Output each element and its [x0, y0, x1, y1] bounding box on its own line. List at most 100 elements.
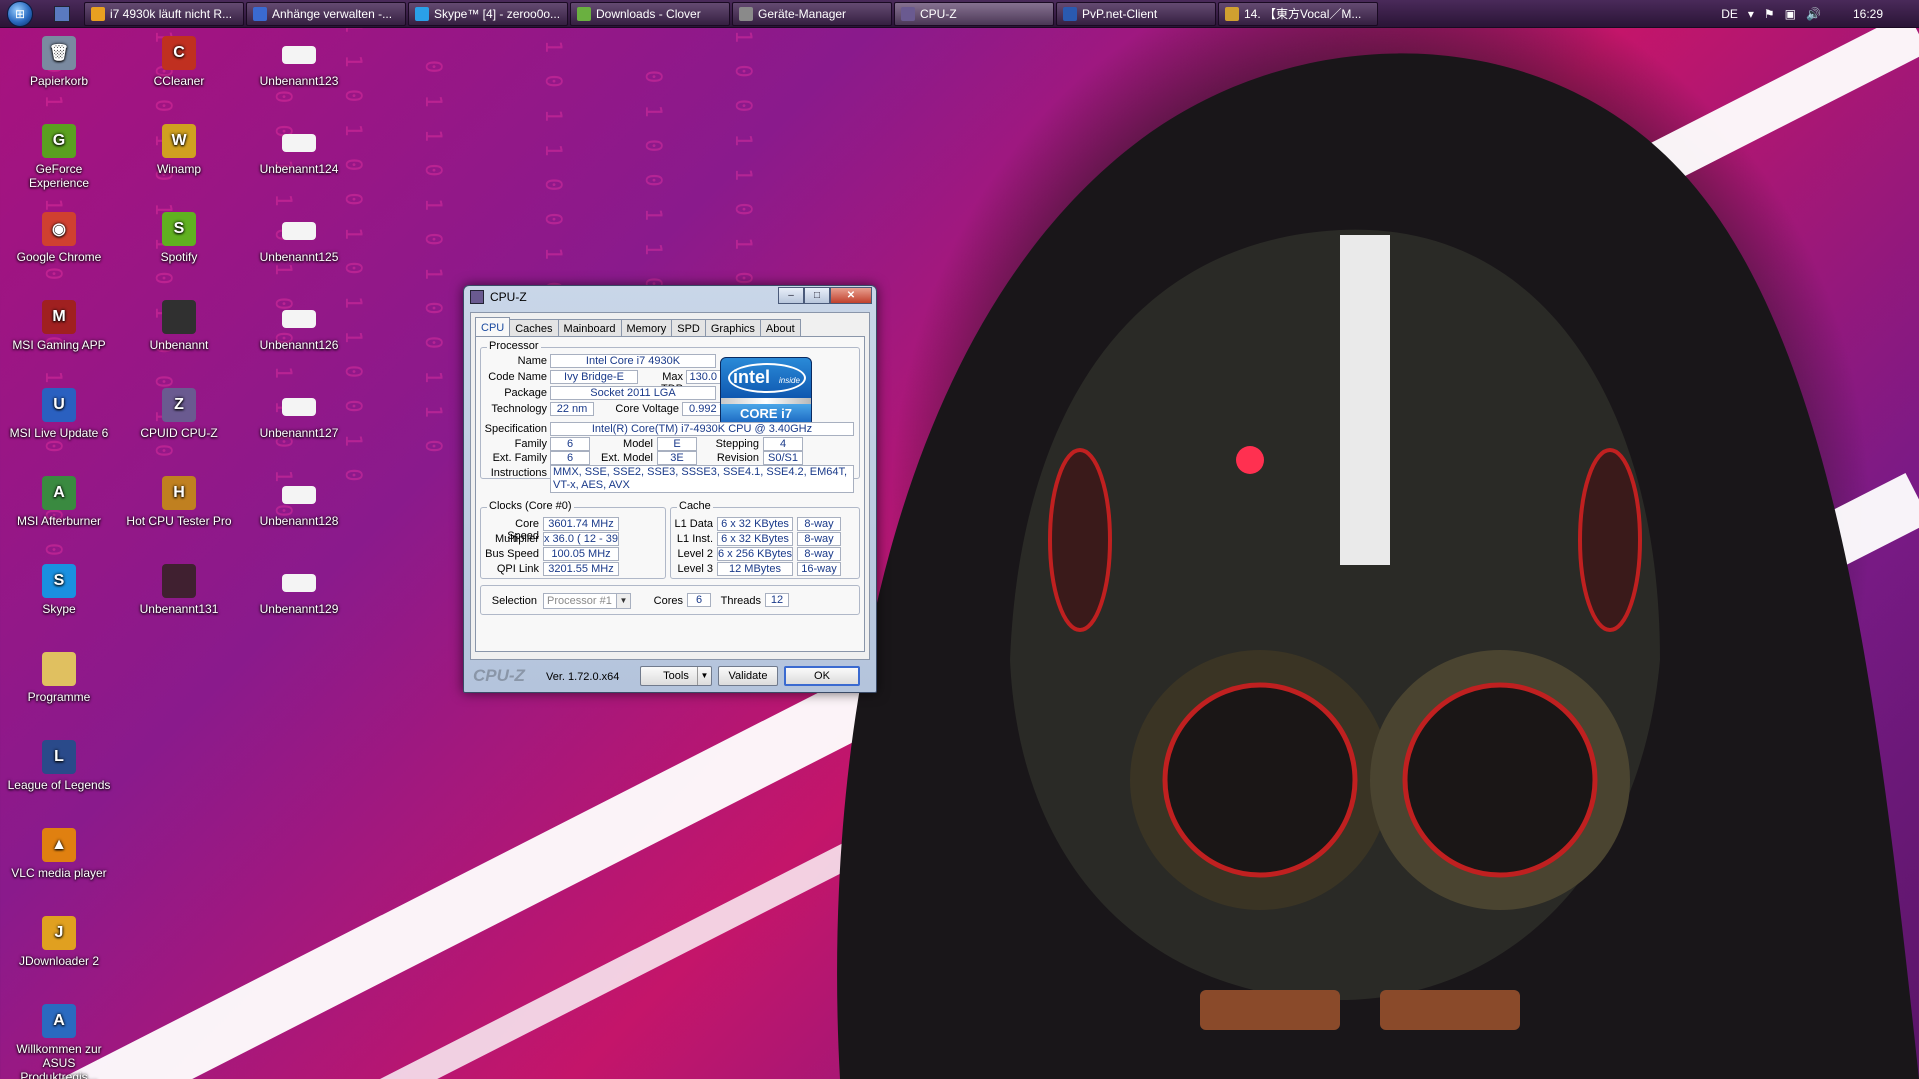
processor-select[interactable]: Processor #1 ▼ — [543, 593, 631, 609]
validate-button[interactable]: Validate — [718, 666, 778, 686]
close-button[interactable]: ✕ — [830, 287, 872, 304]
language-indicator[interactable]: DE — [1721, 7, 1738, 21]
desktop-icon[interactable]: M MSI Gaming APP — [4, 300, 114, 352]
tab-cpu[interactable]: CPU — [475, 317, 511, 337]
desktop-icon[interactable]: Programme — [4, 652, 114, 704]
shortcut-icon — [42, 652, 76, 686]
shortcut-icon: M — [42, 300, 76, 334]
shortcut-icon — [282, 134, 316, 152]
shortcut-icon: Z — [162, 388, 196, 422]
desktop-icon[interactable]: L League of Legends — [4, 740, 114, 792]
extmodel-value: 3E — [657, 451, 697, 465]
taskbar-button[interactable]: i7 4930k läuft nicht R... — [84, 1, 244, 26]
desktop-icon[interactable]: Z CPUID CPU-Z — [124, 388, 234, 440]
desktop-icon[interactable]: 🗑 Papierkorb — [4, 36, 114, 88]
desktop-icon-label: MSI Afterburner — [16, 514, 102, 528]
start-button[interactable]: ⊞ — [0, 0, 40, 28]
cache-row-label: Level 3 — [677, 563, 713, 575]
cache-size-value: 6 x 32 KBytes — [717, 532, 793, 546]
action-center-flag-icon[interactable]: ⚑ — [1764, 7, 1775, 21]
taskbar-button-label: Geräte-Manager — [758, 6, 847, 21]
revision-value: S0/S1 — [763, 451, 803, 465]
desktop-icon[interactable]: Unbenannt126 — [244, 300, 354, 352]
desktop-icon-label: Unbenannt129 — [259, 602, 339, 616]
codename-value: Ivy Bridge-E — [550, 370, 638, 384]
intel-core-i7-logo: intel inside CORE i7 — [720, 357, 812, 427]
taskbar-button[interactable]: PvP.net-Client — [1056, 1, 1216, 26]
network-icon[interactable]: ▣ — [1785, 7, 1796, 21]
desktop-icon-label: VLC media player — [11, 866, 107, 880]
taskbar-button[interactable]: 14. 【東方Vocal／M... — [1218, 1, 1378, 26]
shortcut-icon: S — [42, 564, 76, 598]
desktop-icon-label: Google Chrome — [16, 250, 102, 264]
show-desktop-icon[interactable] — [54, 5, 70, 22]
cores-label: Cores — [653, 595, 683, 607]
extfamily-label: Ext. Family — [492, 452, 547, 464]
tab-caches[interactable]: Caches — [509, 319, 559, 337]
ok-button[interactable]: OK — [784, 666, 860, 686]
taskbar-button[interactable]: Geräte-Manager — [732, 1, 892, 26]
name-value: Intel Core i7 4930K — [550, 354, 716, 368]
taskbar-button[interactable]: Anhänge verwalten -... — [246, 1, 406, 26]
desktop-icon-label: Hot CPU Tester Pro — [126, 514, 232, 528]
desktop-icon[interactable]: J JDownloader 2 — [4, 916, 114, 968]
desktop-icon[interactable]: Unbenannt131 — [124, 564, 234, 616]
tray-chevron-icon[interactable]: ▾ — [1748, 7, 1754, 21]
desktop-icon[interactable]: Unbenannt125 — [244, 212, 354, 264]
desktop-icon[interactable]: Unbenannt129 — [244, 564, 354, 616]
desktop-icon-label: Winamp — [156, 162, 201, 176]
tab-memory[interactable]: Memory — [620, 319, 673, 337]
desktop-icon[interactable]: U MSI Live Update 6 — [4, 388, 114, 440]
desktop-icon[interactable]: Unbenannt — [124, 300, 234, 352]
package-value: Socket 2011 LGA — [550, 386, 716, 400]
desktop-icon[interactable]: Unbenannt127 — [244, 388, 354, 440]
cache-size-value: 6 x 32 KBytes — [717, 517, 793, 531]
hooded-figure-artwork — [837, 53, 1919, 1079]
desktop-icon-label: GeForce Experience — [28, 162, 90, 190]
taskbar-button[interactable]: CPU-Z — [894, 1, 1054, 26]
instructions-value: MMX, SSE, SSE2, SSE3, SSSE3, SSE4.1, SSE… — [550, 465, 854, 493]
desktop-icon[interactable]: Unbenannt123 — [244, 36, 354, 88]
clock[interactable]: 16:29 — [1853, 7, 1883, 21]
cache-assoc-value: 8-way — [797, 547, 841, 561]
tools-button[interactable]: Tools ▼ — [640, 666, 712, 686]
name-label: Name — [517, 355, 547, 367]
shortcut-icon — [282, 398, 316, 416]
multiplier-label: Multiplier — [494, 533, 539, 545]
desktop-icon[interactable]: A MSI Afterburner — [4, 476, 114, 528]
app-icon — [1063, 6, 1077, 21]
desktop-icon[interactable]: S Spotify — [124, 212, 234, 264]
desktop-icon[interactable]: ◉ Google Chrome — [4, 212, 114, 264]
chevron-down-icon: ▼ — [616, 594, 630, 608]
maximize-button[interactable]: □ — [804, 287, 830, 304]
shortcut-icon: U — [42, 388, 76, 422]
desktop-icon[interactable]: A Willkommen zur ASUS Produktregis... — [4, 1004, 114, 1079]
desktop-icon[interactable]: W Winamp — [124, 124, 234, 176]
volume-icon[interactable]: 🔊 — [1806, 7, 1821, 21]
desktop-icon-label: Unbenannt124 — [259, 162, 339, 176]
tab-mainboard[interactable]: Mainboard — [557, 319, 622, 337]
tab-graphics[interactable]: Graphics — [704, 319, 761, 337]
shortcut-icon — [282, 486, 316, 504]
shortcut-icon: W — [162, 124, 196, 158]
desktop-icon-label: Unbenannt126 — [259, 338, 339, 352]
desktop-icon[interactable]: G GeForce Experience — [4, 124, 114, 190]
desktop-icon[interactable]: Unbenannt124 — [244, 124, 354, 176]
cpuz-app-icon[interactable] — [470, 290, 484, 304]
taskbar-button[interactable]: Skype™ [4] - zeroo0o... — [408, 1, 568, 26]
taskbar-button-label: CPU-Z — [920, 6, 957, 21]
desktop-icon[interactable]: C CCleaner — [124, 36, 234, 88]
app-icon — [253, 6, 267, 21]
tools-dropdown-icon[interactable]: ▼ — [697, 667, 711, 685]
tab-spd[interactable]: SPD — [671, 319, 706, 337]
model-label: Model — [623, 438, 653, 450]
desktop-icon[interactable]: Unbenannt128 — [244, 476, 354, 528]
minimize-button[interactable]: – — [778, 287, 804, 304]
tab-about[interactable]: About — [759, 319, 801, 337]
desktop-icon-label: Unbenannt131 — [139, 602, 219, 616]
desktop-icon[interactable]: ▲ VLC media player — [4, 828, 114, 880]
shortcut-icon: H — [162, 476, 196, 510]
desktop-icon[interactable]: S Skype — [4, 564, 114, 616]
taskbar-button[interactable]: Downloads - Clover — [570, 1, 730, 26]
desktop-icon[interactable]: H Hot CPU Tester Pro — [124, 476, 234, 528]
